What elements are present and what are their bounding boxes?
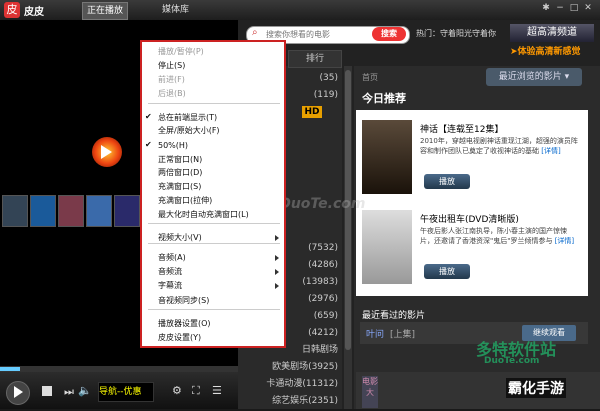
search-button[interactable]: 搜索: [372, 27, 406, 41]
fullscreen-icon[interactable]: ⛶: [192, 384, 200, 398]
video-thumbnail: [30, 195, 56, 227]
menu-item[interactable]: 后退(B): [158, 88, 186, 100]
menu-item[interactable]: 总在前端显示(T): [158, 112, 217, 124]
video-thumbnail: [86, 195, 112, 227]
menu-item[interactable]: 播放器设置(O): [158, 318, 211, 330]
menu-item[interactable]: 字幕流: [158, 280, 182, 292]
menu-item[interactable]: 皮皮设置(Y): [158, 332, 201, 344]
tab-ranking[interactable]: 排行: [288, 50, 342, 68]
submenu-arrow-icon: [275, 235, 279, 241]
volume-icon[interactable]: 🔈: [78, 384, 92, 397]
dropdown-label: 最近浏览的影片: [498, 72, 562, 82]
search-input[interactable]: [266, 28, 366, 40]
maximize-icon[interactable]: □: [568, 2, 580, 14]
hd-channel-banner[interactable]: 超高清频道: [510, 24, 594, 42]
submenu-arrow-icon: [275, 255, 279, 261]
menu-item[interactable]: 充满窗口(S): [158, 181, 201, 193]
tab-now-playing[interactable]: 正在播放: [82, 2, 129, 20]
menu-separator: [148, 103, 280, 104]
app-logo-icon: 皮: [4, 2, 20, 18]
menu-item[interactable]: 正常窗口(N): [158, 154, 202, 166]
play-button[interactable]: 播放: [424, 264, 470, 279]
recent-item-episode: [上集]: [390, 330, 416, 340]
menu-item[interactable]: 两倍窗口(D): [158, 167, 202, 179]
breadcrumb-home[interactable]: 首页: [362, 72, 378, 83]
close-icon[interactable]: ✕: [582, 2, 594, 14]
recent-browse-dropdown[interactable]: 最近浏览的影片 ▾: [486, 68, 582, 86]
hd-channel-subtitle[interactable]: ➤体验高清新感觉: [510, 44, 581, 57]
app-title: 皮皮: [24, 7, 44, 18]
menu-separator: [148, 243, 280, 244]
watermark-site: DuoTe.com: [484, 356, 540, 366]
menu-item[interactable]: 最大化时自动充满窗口(L): [158, 209, 249, 221]
chevron-down-icon: ▾: [564, 72, 570, 82]
recent-watched-title: 最近看过的影片: [362, 311, 426, 321]
movie-description: 2010年，穿越电视剧神话重现江湖，超强的演员阵容和制作团队已奠定了收视神话的基…: [420, 137, 578, 155]
menu-item[interactable]: 50%(H): [158, 140, 188, 152]
movie-category-tab[interactable]: 电影大: [362, 376, 378, 408]
next-icon[interactable]: ⏭: [64, 385, 74, 399]
logo-play-icon: [101, 145, 112, 159]
menu-item[interactable]: 停止(S): [158, 60, 185, 72]
submenu-arrow-icon: [275, 269, 279, 275]
movie-poster[interactable]: [362, 120, 412, 194]
category-item[interactable]: HD: [302, 106, 322, 118]
menu-item[interactable]: 音频流: [158, 266, 182, 278]
video-thumbnail: [2, 195, 28, 227]
menu-separator: [148, 223, 280, 224]
video-thumbnail: [58, 195, 84, 227]
playlist-icon[interactable]: ☰: [212, 384, 222, 397]
menu-item[interactable]: 全屏/原始大小(F): [158, 125, 220, 137]
tab-media-library[interactable]: 媒体库: [158, 2, 193, 18]
checkmark-icon: ✔: [145, 140, 152, 149]
menu-item[interactable]: 音视频同步(S): [158, 295, 209, 307]
watermark-brand: 霸化手游: [506, 378, 566, 398]
recent-item-link[interactable]: 叶问: [366, 327, 384, 340]
play-button[interactable]: 播放: [424, 174, 470, 189]
skin-icon[interactable]: ✱: [540, 2, 552, 14]
menu-item[interactable]: 音频(A): [158, 252, 186, 264]
video-thumbnail: [114, 195, 140, 227]
movie-description: 午夜后影人张江南执导，陈小春主演的国产惊悚片，还邀请了香港资深"鬼后"罗兰倾情参…: [420, 227, 575, 245]
movie-title[interactable]: 神话【连载至12集】: [420, 122, 503, 135]
stop-icon[interactable]: [42, 386, 52, 396]
hot-search-link[interactable]: 热门：守着阳光守着你: [416, 28, 496, 39]
menu-item[interactable]: 充满窗口(拉伸): [158, 195, 212, 207]
minimize-icon[interactable]: −: [554, 2, 566, 14]
seek-progress: [0, 367, 20, 371]
play-icon: [14, 386, 23, 398]
movie-poster[interactable]: [362, 210, 412, 284]
menu-item[interactable]: 前进(F): [158, 74, 185, 86]
category-item[interactable]: 综艺娱乐(2351): [240, 391, 338, 411]
submenu-arrow-icon: [275, 283, 279, 289]
menu-separator: [148, 309, 280, 310]
menu-item[interactable]: 播放/暂停(P): [158, 46, 204, 58]
checkmark-icon: ✔: [145, 112, 152, 121]
search-icon: ⌕: [252, 27, 258, 38]
movie-title[interactable]: 午夜出租车(DVD清晰版): [420, 212, 519, 225]
today-recommend-title: 今日推荐: [362, 92, 406, 105]
marquee-text[interactable]: 导航--优惠: [98, 382, 154, 402]
settings-icon[interactable]: ⚙: [172, 384, 182, 397]
